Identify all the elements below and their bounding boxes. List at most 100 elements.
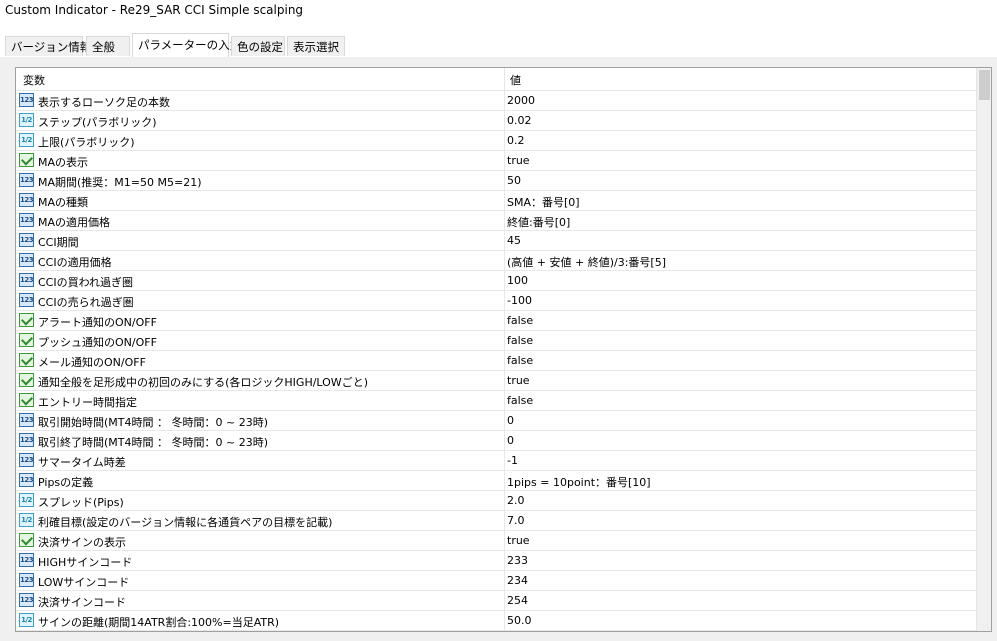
parameter-name: サマータイム時差 <box>38 456 126 469</box>
parameter-row[interactable]: アラート通知のON/OFF false <box>16 311 976 331</box>
parameter-name: エントリー時間指定 <box>38 396 137 409</box>
parameter-row[interactable]: 123 Pipsの定義 1pips = 10point：番号[10] <box>16 471 976 491</box>
parameter-value[interactable]: false <box>507 354 533 367</box>
parameter-value[interactable]: -100 <box>507 294 532 307</box>
parameter-name: ステップ(パラボリック) <box>38 116 157 129</box>
parameter-row[interactable]: 1/2 スプレッド(Pips) 2.0 <box>16 491 976 511</box>
parameter-value[interactable]: 100 <box>507 274 528 287</box>
parameter-row[interactable]: メール通知のON/OFF false <box>16 351 976 371</box>
parameter-row[interactable]: 1/2 ステップ(パラボリック) 0.02 <box>16 111 976 131</box>
tab-display-selection[interactable]: 表示選択 <box>287 36 345 56</box>
tab-color-settings[interactable]: 色の設定 <box>231 36 285 56</box>
bool-type-icon <box>19 333 34 347</box>
parameter-value[interactable]: 50.0 <box>507 614 532 627</box>
tab-input-parameters[interactable]: パラメーターの入力 <box>132 33 241 58</box>
parameter-value[interactable]: 45 <box>507 234 521 247</box>
parameter-row[interactable]: 123 LOWサインコード 234 <box>16 571 976 591</box>
parameter-value[interactable]: true <box>507 534 530 547</box>
cell-divider <box>504 551 505 571</box>
parameter-value[interactable]: 0.02 <box>507 114 532 127</box>
parameter-row[interactable]: 123 MAの種類 SMA：番号[0] <box>16 191 976 211</box>
int-type-icon: 123 <box>19 553 34 567</box>
parameter-name: CCIの買われ過ぎ圏 <box>38 276 134 289</box>
parameter-row[interactable]: 通知全般を足形成中の初回のみにする(各ロジックHIGH/LOWごと) true <box>16 371 976 391</box>
parameter-value[interactable]: 1pips = 10point：番号[10] <box>507 474 651 490</box>
parameter-row[interactable]: MAの表示 true <box>16 151 976 171</box>
parameter-row[interactable]: 123 CCIの買われ過ぎ圏 100 <box>16 271 976 291</box>
parameter-name: スプレッド(Pips) <box>38 496 124 509</box>
parameter-value[interactable]: 0 <box>507 434 514 447</box>
parameter-row[interactable]: 1/2 サインの距離(期間14ATR割合:100%=当足ATR) 50.0 <box>16 611 976 631</box>
parameter-row[interactable]: 123 取引開始時間(MT4時間 ： 冬時間：0 ~ 23時) 0 <box>16 411 976 431</box>
cell-divider <box>504 451 505 471</box>
parameter-name: HIGHサインコード <box>38 556 133 569</box>
column-divider[interactable] <box>504 68 505 90</box>
parameter-row[interactable]: 123 MA期間(推奨：M1=50 M5=21) 50 <box>16 171 976 191</box>
parameter-row[interactable]: プッシュ通知のON/OFF false <box>16 331 976 351</box>
parameter-row[interactable]: 123 HIGHサインコード 233 <box>16 551 976 571</box>
cell-divider <box>504 371 505 391</box>
cell-divider <box>504 471 505 491</box>
parameter-value[interactable]: true <box>507 154 530 167</box>
parameter-row[interactable]: 123 CCIの適用価格 (高値 + 安値 + 終値)/3:番号[5] <box>16 251 976 271</box>
cell-divider <box>504 111 505 131</box>
int-type-icon: 123 <box>19 233 34 247</box>
parameter-value[interactable]: 254 <box>507 594 528 607</box>
parameter-row[interactable]: 123 決済サインコード 254 <box>16 591 976 611</box>
scrollbar-thumb[interactable] <box>979 70 990 100</box>
cell-divider <box>504 511 505 531</box>
cell-divider <box>504 291 505 311</box>
parameter-value[interactable]: 2.0 <box>507 494 525 507</box>
parameter-row[interactable]: 123 CCI期間 45 <box>16 231 976 251</box>
cell-divider <box>504 131 505 151</box>
parameter-row[interactable]: 123 サマータイム時差 -1 <box>16 451 976 471</box>
column-header-value[interactable]: 値 <box>510 72 521 88</box>
parameter-grid[interactable]: 変数 値 123 表示するローソク足の本数 2000 1/2 ステップ(パラボリック) 0… <box>15 67 992 632</box>
parameter-value[interactable]: (高値 + 安値 + 終値)/3:番号[5] <box>507 254 666 270</box>
parameter-value[interactable]: 7.0 <box>507 514 525 527</box>
cell-divider <box>504 211 505 231</box>
parameter-value[interactable]: 233 <box>507 554 528 567</box>
cell-divider <box>504 311 505 331</box>
cell-divider <box>504 611 505 631</box>
tab-general[interactable]: 全般 <box>86 36 130 56</box>
vertical-scrollbar[interactable] <box>976 68 991 631</box>
bool-type-icon <box>19 373 34 387</box>
parameter-row[interactable]: 123 CCIの売られ過ぎ圏 -100 <box>16 291 976 311</box>
parameter-value[interactable]: -1 <box>507 454 518 467</box>
parameter-value[interactable]: 0.2 <box>507 134 525 147</box>
parameter-row[interactable]: 決済サインの表示 true <box>16 531 976 551</box>
parameter-value[interactable]: SMA：番号[0] <box>507 194 580 210</box>
parameter-row[interactable]: 123 取引終了時間(MT4時間 ： 冬時間：0 ~ 23時) 0 <box>16 431 976 451</box>
column-header-variable[interactable]: 変数 <box>23 72 45 88</box>
parameter-value[interactable]: false <box>507 394 533 407</box>
parameter-row[interactable]: 123 表示するローソク足の本数 2000 <box>16 91 976 111</box>
int-type-icon: 123 <box>19 573 34 587</box>
cell-divider <box>504 391 505 411</box>
grid-header: 変数 値 <box>16 68 976 91</box>
parameter-name: 決済サインコード <box>38 596 126 609</box>
parameter-row[interactable]: 1/2 利確目標(設定のバージョン情報に各通貨ペアの目標を記載) 7.0 <box>16 511 976 531</box>
int-type-icon: 123 <box>19 213 34 227</box>
parameter-row[interactable]: 1/2 上限(パラボリック) 0.2 <box>16 131 976 151</box>
parameter-value[interactable]: false <box>507 314 533 327</box>
int-type-icon: 123 <box>19 273 34 287</box>
bool-type-icon <box>19 153 34 167</box>
parameter-value[interactable]: 50 <box>507 174 521 187</box>
parameter-value[interactable]: 終値:番号[0] <box>507 214 570 230</box>
bool-type-icon <box>19 533 34 547</box>
parameter-value[interactable]: true <box>507 374 530 387</box>
int-type-icon: 123 <box>19 93 34 107</box>
parameter-value[interactable]: false <box>507 334 533 347</box>
parameter-name: Pipsの定義 <box>38 476 94 489</box>
double-type-icon: 1/2 <box>19 513 34 527</box>
parameter-value[interactable]: 234 <box>507 574 528 587</box>
tab-version-info[interactable]: バージョン情報 <box>5 36 91 56</box>
parameter-row[interactable]: 123 MAの適用価格 終値:番号[0] <box>16 211 976 231</box>
parameter-name: CCIの適用価格 <box>38 256 112 269</box>
parameter-value[interactable]: 2000 <box>507 94 535 107</box>
parameter-row[interactable]: エントリー時間指定 false <box>16 391 976 411</box>
cell-divider <box>504 331 505 351</box>
parameter-value[interactable]: 0 <box>507 414 514 427</box>
parameter-name: CCIの売られ過ぎ圏 <box>38 296 134 309</box>
